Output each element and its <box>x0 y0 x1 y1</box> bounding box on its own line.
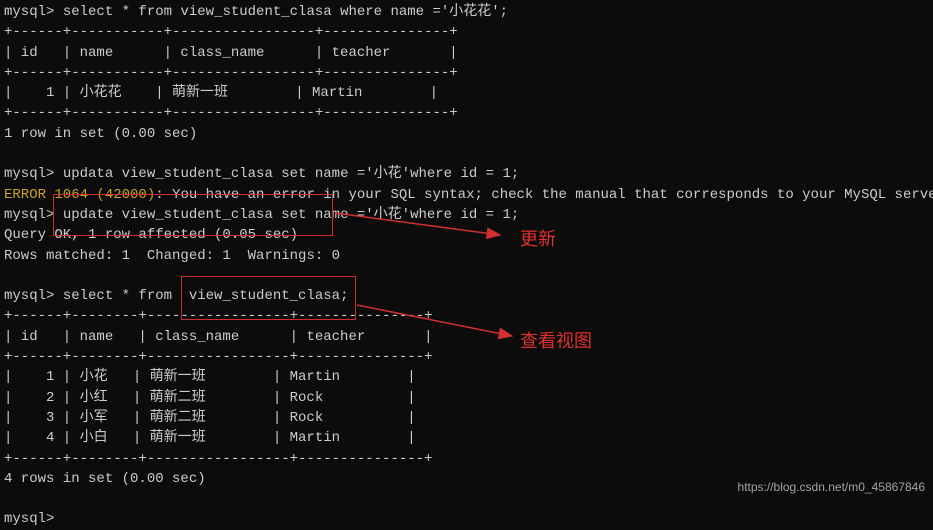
mysql-prompt: mysql> <box>4 288 54 304</box>
table1-row: | 1 | 小花花 | 萌新一班 | Martin | <box>4 83 929 103</box>
mysql-prompt: mysql> <box>4 4 54 20</box>
table2-border: +------+--------+-----------------+-----… <box>4 449 929 469</box>
sql-line-updata-wrong: mysql> updata view_student_clasa set nam… <box>4 164 929 184</box>
error-line: ERROR 1064 (42000): You have an error in… <box>4 185 929 205</box>
sql-line-select1: mysql> select * from view_student_clasa … <box>4 2 929 22</box>
table2-border: +------+--------+-----------------+-----… <box>4 347 929 367</box>
table2-row: | 2 | 小红 | 萌新二班 | Rock | <box>4 388 929 408</box>
table2-row: | 3 | 小军 | 萌新二班 | Rock | <box>4 408 929 428</box>
mysql-prompt: mysql> <box>4 207 54 223</box>
sql-line-update-correct: mysql> update view_student_clasa set nam… <box>4 205 929 225</box>
watermark: https://blog.csdn.net/m0_45867846 <box>738 479 925 496</box>
mysql-prompt-final: mysql> <box>4 509 929 529</box>
table1-header: | id | name | class_name | teacher | <box>4 43 929 63</box>
mysql-prompt: mysql> <box>4 166 54 182</box>
rows-status: 1 row in set (0.00 sec) <box>4 124 929 144</box>
table1-border: +------+-----------+-----------------+--… <box>4 103 929 123</box>
rows-matched: Rows matched: 1 Changed: 1 Warnings: 0 <box>4 246 929 266</box>
table2-border: +------+--------+-----------------+-----… <box>4 306 929 326</box>
query-ok: Query OK, 1 row affected (0.05 sec) <box>4 225 929 245</box>
table2-header: | id | name | class_name | teacher | <box>4 327 929 347</box>
table1-border: +------+-----------+-----------------+--… <box>4 63 929 83</box>
sql-line-select2: mysql> select * from view_student_clasa; <box>4 286 929 306</box>
error-code: ERROR 1064 (42000) <box>4 187 155 203</box>
blank <box>4 144 929 164</box>
table2-row: | 1 | 小花 | 萌新一班 | Martin | <box>4 367 929 387</box>
blank <box>4 266 929 286</box>
table2-row: | 4 | 小白 | 萌新一班 | Martin | <box>4 428 929 448</box>
table1-border: +------+-----------+-----------------+--… <box>4 22 929 42</box>
